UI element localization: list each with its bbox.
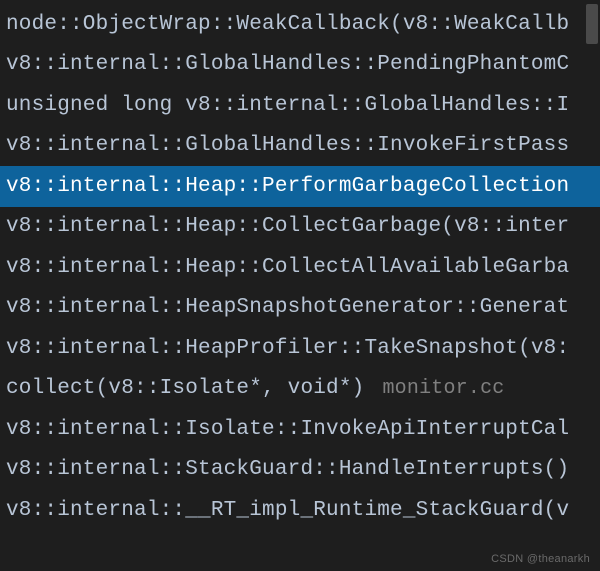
stack-frame-row[interactable]: unsigned long v8::internal::GlobalHandle… — [0, 85, 600, 126]
stack-frame-row[interactable]: v8::internal::Heap::CollectAllAvailableG… — [0, 247, 600, 288]
stack-frame-text: collect(v8::Isolate*, void*) — [6, 377, 364, 400]
stack-frame-text: v8::internal::Heap::PerformGarbageCollec… — [6, 175, 569, 198]
stack-frame-row[interactable]: v8::internal::HeapSnapshotGenerator::Gen… — [0, 288, 600, 329]
stack-frame-row[interactable]: v8::internal::__RT_impl_Runtime_StackGua… — [0, 490, 600, 531]
stack-frame-source: monitor.cc — [382, 377, 504, 400]
scrollbar-thumb[interactable] — [586, 4, 598, 44]
stack-frame-text: unsigned long v8::internal::GlobalHandle… — [6, 94, 569, 117]
stack-frame-text: v8::internal::Heap::CollectGarbage(v8::i… — [6, 215, 569, 238]
stack-frame-text: v8::internal::GlobalHandles::PendingPhan… — [6, 53, 569, 76]
stack-frame-text: v8::internal::GlobalHandles::InvokeFirst… — [6, 134, 569, 157]
stack-frame-row[interactable]: v8::internal::GlobalHandles::InvokeFirst… — [0, 126, 600, 167]
stack-frame-row[interactable]: collect(v8::Isolate*, void*) monitor.cc — [0, 369, 600, 410]
stack-frame-text: v8::internal::__RT_impl_Runtime_StackGua… — [6, 499, 569, 522]
stack-frame-row[interactable]: v8::internal::Heap::CollectGarbage(v8::i… — [0, 207, 600, 248]
stack-frame-row[interactable]: v8::internal::StackGuard::HandleInterrup… — [0, 450, 600, 491]
stack-frame-row[interactable]: v8::internal::HeapProfiler::TakeSnapshot… — [0, 328, 600, 369]
stack-frame-text: v8::internal::HeapSnapshotGenerator::Gen… — [6, 296, 569, 319]
call-stack-list: node::ObjectWrap::WeakCallback(v8::WeakC… — [0, 0, 600, 531]
stack-frame-row[interactable]: node::ObjectWrap::WeakCallback(v8::WeakC… — [0, 4, 600, 45]
stack-frame-text: v8::internal::Heap::CollectAllAvailableG… — [6, 256, 569, 279]
stack-frame-row[interactable]: v8::internal::Heap::PerformGarbageCollec… — [0, 166, 600, 207]
stack-frame-row[interactable]: v8::internal::Isolate::InvokeApiInterrup… — [0, 409, 600, 450]
stack-frame-text: v8::internal::Isolate::InvokeApiInterrup… — [6, 418, 569, 441]
stack-frame-text: v8::internal::StackGuard::HandleInterrup… — [6, 458, 569, 481]
watermark-text: CSDN @theanarkh — [491, 553, 590, 565]
stack-frame-row[interactable]: v8::internal::GlobalHandles::PendingPhan… — [0, 45, 600, 86]
stack-frame-text: v8::internal::HeapProfiler::TakeSnapshot… — [6, 337, 569, 360]
stack-frame-text: node::ObjectWrap::WeakCallback(v8::WeakC… — [6, 13, 569, 36]
